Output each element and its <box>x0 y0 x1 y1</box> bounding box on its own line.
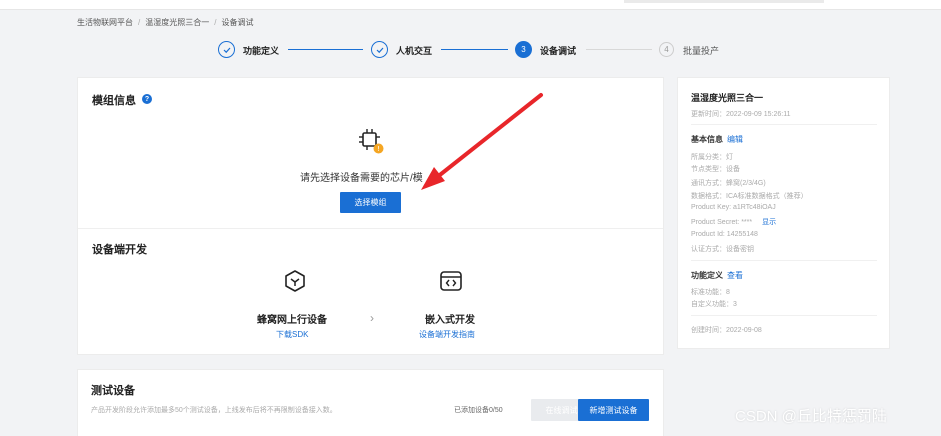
cellular-device-name: 蜂窝网上行设备 <box>257 315 327 326</box>
step-progress: 功能定义 人机交互 3 设备调试 4 批量投产 <box>218 41 738 61</box>
device-dev-guide-link[interactable]: 设备端开发指南 <box>419 329 475 340</box>
breadcrumb-platform[interactable]: 生活物联网平台 <box>77 18 133 27</box>
chevron-right-icon: › <box>370 311 374 325</box>
info-data-format: 数据格式：ICA标准数据格式（推荐） <box>691 193 808 200</box>
step-connector <box>441 49 508 50</box>
info-node-type: 节点类型：设备 <box>691 166 740 173</box>
created-time: 创建时间：2022-09-08 <box>691 327 762 334</box>
updated-time: 更新时间：2022-09-09 15:26:11 <box>691 111 791 118</box>
device-dev-title: 设备端开发 <box>92 244 147 256</box>
show-secret-link[interactable]: 显示 <box>762 219 776 226</box>
product-name: 温湿度光照三合一 <box>691 93 764 103</box>
step-number-4: 4 <box>659 42 674 57</box>
info-divider <box>691 315 877 316</box>
check-icon <box>218 41 235 58</box>
test-device-count: 已添加设备0/50 <box>454 407 503 414</box>
step-label-function: 功能定义 <box>243 46 280 56</box>
test-device-title: 测试设备 <box>91 385 135 397</box>
step-connector <box>586 49 652 50</box>
breadcrumb-separator: / <box>214 18 217 27</box>
download-sdk-link[interactable]: 下载SDK <box>276 329 308 340</box>
breadcrumb-separator: / <box>138 18 141 27</box>
watermark: CSDN @丘比特惩罚陆 <box>735 408 887 425</box>
breadcrumb-current: 设备调试 <box>221 18 254 27</box>
embedded-dev-name: 嵌入式开发 <box>425 315 475 326</box>
top-search[interactable] <box>624 0 824 3</box>
info-product-id: Product Id: 14255148 <box>691 231 758 238</box>
code-window-icon <box>440 271 462 291</box>
info-divider <box>691 124 877 125</box>
edit-link[interactable]: 编辑 <box>727 135 743 144</box>
cube-icon <box>285 270 305 292</box>
func-def-title: 功能定义 <box>691 271 723 280</box>
basic-info-heading: 基本信息 编辑 <box>691 134 743 145</box>
info-category: 所属分类：灯 <box>691 154 733 161</box>
standard-func-count: 标准功能：8 <box>691 289 730 296</box>
view-link[interactable]: 查看 <box>727 271 743 280</box>
svg-text:!: ! <box>377 145 380 153</box>
module-title: 模组信息 <box>92 95 136 107</box>
step-label-production: 批量投产 <box>683 46 720 56</box>
chip-icon: ! <box>359 129 384 154</box>
add-test-device-button[interactable]: 新增测试设备 <box>578 399 649 421</box>
breadcrumb: 生活物联网平台 / 温湿度光照三合一 / 设备调试 <box>77 17 253 28</box>
info-product-secret: Product Secret: **** 显示 <box>691 217 776 227</box>
func-def-heading: 功能定义 查看 <box>691 270 743 281</box>
test-device-desc: 产品开发阶段允许添加最多50个测试设备，上线发布后将不再限制设备接入数。 <box>91 407 337 414</box>
help-icon[interactable]: ? <box>142 94 152 104</box>
info-auth-method: 认证方式：设备密钥 <box>691 246 754 253</box>
test-device-card: 测试设备 产品开发阶段允许添加最多50个测试设备，上线发布后将不再限制设备接入数… <box>77 369 664 436</box>
custom-func-count: 自定义功能：3 <box>691 301 737 308</box>
step-label-debug: 设备调试 <box>540 46 577 56</box>
step-label-interaction: 人机交互 <box>396 46 433 56</box>
section-divider <box>78 228 663 229</box>
info-product-key: Product Key: a1RTc48iOAJ <box>691 204 776 211</box>
top-bar <box>0 0 941 10</box>
step-connector <box>288 49 363 50</box>
module-prompt: 请先选择设备需要的芯片/模 <box>300 173 423 184</box>
product-info-card: 温湿度光照三合一 更新时间：2022-09-09 15:26:11 基本信息 编辑… <box>677 77 890 349</box>
info-divider <box>691 260 877 261</box>
step-number-3: 3 <box>515 41 532 58</box>
breadcrumb-product[interactable]: 温湿度光照三合一 <box>145 18 209 27</box>
basic-info-title: 基本信息 <box>691 135 723 144</box>
info-comm-method: 通讯方式：蜂窝(2/3/4G) <box>691 180 766 187</box>
select-module-button[interactable]: 选择模组 <box>340 192 401 213</box>
product-secret-value: Product Secret: **** <box>691 219 753 226</box>
main-card: 模组信息 ? ! 请先选择设备需要的芯片/模 选择模组 设备端开发 蜂窝网上行设… <box>77 77 664 355</box>
check-icon <box>371 41 388 58</box>
